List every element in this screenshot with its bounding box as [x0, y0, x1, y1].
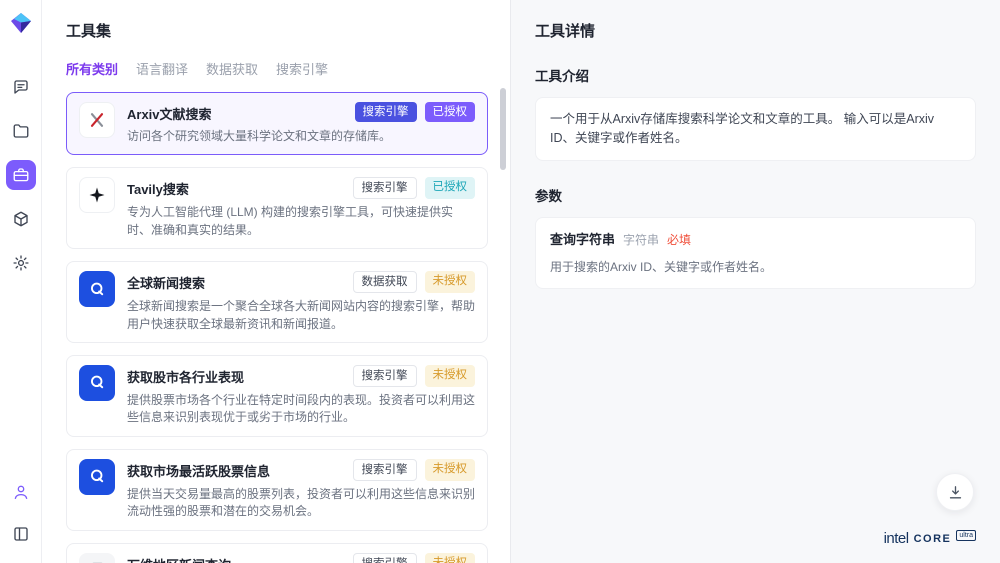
category-tabs: 所有类别 语言翻译 数据获取 搜索引擎: [66, 59, 488, 78]
cube-icon[interactable]: [6, 204, 36, 234]
news-search-icon: [79, 271, 115, 307]
scrollbar-thumb[interactable]: [500, 88, 506, 170]
param-type: 字符串: [623, 231, 659, 249]
tool-title: 全球新闻搜索: [127, 271, 205, 292]
tool-card-tavily[interactable]: Tavily搜索 搜索引擎 已授权 专为人工智能代理 (LLM) 构建的搜索引擎…: [66, 167, 488, 249]
tool-card-arxiv[interactable]: Arxiv文献搜索 搜索引擎 已授权 访问各个研究领域大量科学论文和文章的存储库…: [66, 92, 488, 155]
download-button[interactable]: [936, 473, 974, 511]
news-search-icon: [79, 365, 115, 401]
auth-status-badge: 未授权: [425, 459, 476, 481]
tool-card-list: Arxiv文献搜索 搜索引擎 已授权 访问各个研究领域大量科学论文和文章的存储库…: [66, 92, 488, 563]
app-logo-icon: [10, 12, 32, 34]
category-badge: 数据获取: [353, 271, 417, 293]
category-badge: 搜索引擎: [353, 553, 417, 563]
tool-card-most-active-stocks[interactable]: 获取市场最活跃股票信息 搜索引擎 未授权 提供当天交易量最高的股票列表，投资者可…: [66, 449, 488, 531]
chat-icon[interactable]: [6, 72, 36, 102]
intel-wordmark: intel: [884, 530, 909, 547]
download-icon: [947, 484, 964, 501]
page-title: 工具集: [66, 20, 488, 41]
tool-title: 万维地区新闻查询: [127, 553, 231, 563]
category-badge: 搜索引擎: [353, 365, 417, 387]
detail-title: 工具详情: [535, 20, 976, 41]
arxiv-icon: [79, 102, 115, 138]
tool-card-global-news[interactable]: 全球新闻搜索 数据获取 未授权 全球新闻搜索是一个聚合全球各大新闻网站内容的搜索…: [66, 261, 488, 343]
tool-description: 访问各个研究领域大量科学论文和文章的存储库。: [127, 128, 475, 145]
param-description: 用于搜索的Arxiv ID、关键字或作者姓名。: [550, 258, 961, 276]
param-name: 查询字符串: [550, 230, 615, 250]
auth-status-badge: 未授权: [425, 553, 476, 563]
ultra-tag: ultra: [956, 530, 976, 541]
auth-status-badge: 已授权: [425, 102, 476, 122]
tool-title: 获取市场最活跃股票信息: [127, 459, 270, 480]
news-search-icon: [79, 459, 115, 495]
tool-title: 获取股市各行业表现: [127, 365, 244, 386]
tool-description: 全球新闻搜索是一个聚合全球各大新闻网站内容的搜索引擎，帮助用户快速获取全球最新资…: [127, 298, 475, 333]
list-scrollbar: [500, 88, 506, 551]
document-icon: [79, 553, 115, 563]
auth-status-badge: 已授权: [425, 177, 476, 199]
tool-title: Arxiv文献搜索: [127, 102, 212, 123]
briefcase-icon[interactable]: [6, 160, 36, 190]
core-wordmark: CORE: [914, 533, 952, 545]
layout-panel-icon[interactable]: [6, 519, 36, 549]
auth-status-badge: 未授权: [425, 365, 476, 387]
tab-all-categories[interactable]: 所有类别: [66, 59, 118, 78]
sidebar-rail: [0, 0, 42, 563]
folder-icon[interactable]: [6, 116, 36, 146]
tool-description: 提供当天交易量最高的股票列表，投资者可以利用这些信息来识别流动性强的股票和潜在的…: [127, 486, 475, 521]
settings-gear-icon[interactable]: [6, 248, 36, 278]
params-heading: 参数: [535, 185, 976, 205]
tool-detail-panel: 工具详情 工具介绍 一个用于从Arxiv存储库搜索科学论文和文章的工具。 输入可…: [510, 0, 1000, 563]
category-badge: 搜索引擎: [355, 102, 417, 122]
tool-list-panel: 工具集 所有类别 语言翻译 数据获取 搜索引擎 Arxiv文献搜索 搜索引擎 已…: [42, 0, 510, 563]
category-badge: 搜索引擎: [353, 177, 417, 199]
tool-title: Tavily搜索: [127, 177, 189, 198]
param-required-flag: 必填: [667, 231, 691, 249]
tavily-star-icon: [79, 177, 115, 213]
intro-card: 一个用于从Arxiv存储库搜索科学论文和文章的工具。 输入可以是Arxiv ID…: [535, 97, 976, 161]
tool-card-sector-performance[interactable]: 获取股市各行业表现 搜索引擎 未授权 提供股票市场各个行业在特定时间段内的表现。…: [66, 355, 488, 437]
intel-core-logo: intel CORE ultra: [884, 530, 976, 547]
tab-translation[interactable]: 语言翻译: [136, 59, 188, 78]
tab-data-fetch[interactable]: 数据获取: [206, 59, 258, 78]
tool-card-regional-news[interactable]: 万维地区新闻查询 搜索引擎 未授权 查询具体行政区划内的新闻，快速了解各地新闻动: [66, 543, 488, 563]
sidebar-top-icons: [6, 72, 36, 278]
tool-description: 专为人工智能代理 (LLM) 构建的搜索引擎工具，可快速提供实时、准确和真实的结…: [127, 204, 475, 239]
app-window: 工具集 所有类别 语言翻译 数据获取 搜索引擎 Arxiv文献搜索 搜索引擎 已…: [0, 0, 1000, 563]
param-card: 查询字符串 字符串 必填 用于搜索的Arxiv ID、关键字或作者姓名。: [535, 217, 976, 290]
sidebar-bottom-icons: [6, 477, 36, 549]
user-icon[interactable]: [6, 477, 36, 507]
intro-heading: 工具介绍: [535, 65, 976, 85]
category-badge: 搜索引擎: [353, 459, 417, 481]
auth-status-badge: 未授权: [425, 271, 476, 293]
intro-text: 一个用于从Arxiv存储库搜索科学论文和文章的工具。 输入可以是Arxiv ID…: [550, 112, 934, 145]
tab-search-engine[interactable]: 搜索引擎: [276, 59, 328, 78]
tool-description: 提供股票市场各个行业在特定时间段内的表现。投资者可以利用这些信息来识别表现优于或…: [127, 392, 475, 427]
